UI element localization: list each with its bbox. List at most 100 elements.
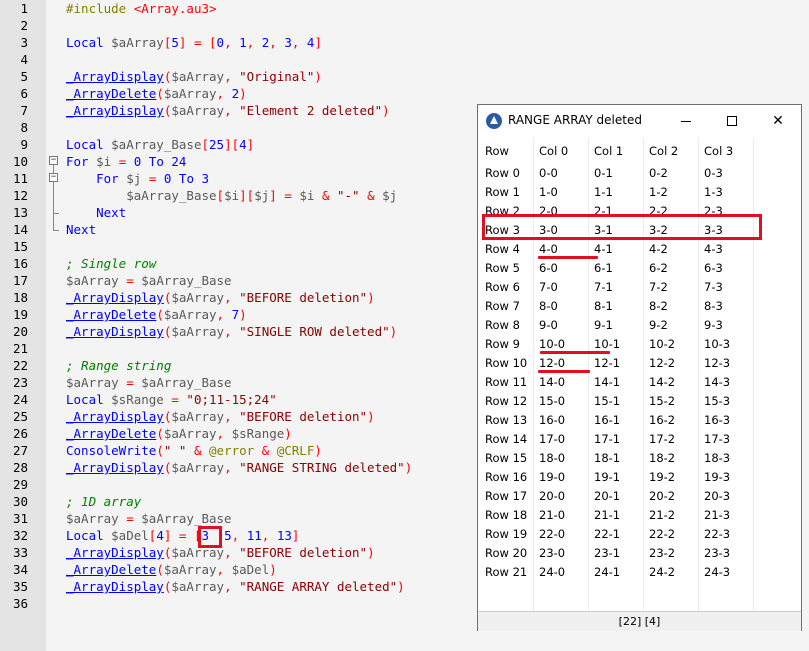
code-token: = (118, 375, 142, 390)
maximize-button[interactable] (709, 105, 755, 137)
code-token: $j (382, 188, 398, 203)
code-token: [ (201, 137, 209, 152)
code-line[interactable]: _ArrayDisplay($aArray, "Element 2 delete… (66, 102, 390, 119)
code-token: $aArray (163, 562, 217, 577)
column-header[interactable]: Col 2 (649, 142, 678, 161)
code-token: _ArrayDelete (66, 426, 157, 441)
code-line[interactable]: _ArrayDisplay($aArray, "RANGE ARRAY dele… (66, 578, 405, 595)
column-header[interactable]: Col 3 (704, 142, 733, 161)
code-token: _ArrayDelete (66, 562, 157, 577)
table-row[interactable]: Row 9 10-0 10-1 10-2 10-3 (479, 335, 800, 354)
code-token: <Array.au3> (133, 1, 217, 16)
table-cell: 0-2 (649, 166, 668, 180)
table-row[interactable]: Row 15 18-0 18-1 18-2 18-3 (479, 449, 800, 468)
table-cell: 23-0 (539, 546, 566, 560)
table-row[interactable]: Row 12 15-0 15-1 15-2 15-3 (479, 392, 800, 411)
code-line[interactable]: _ArrayDisplay($aArray, "Original") (66, 68, 322, 85)
code-token: ) (239, 86, 247, 101)
code-token: 25 (209, 137, 225, 152)
column-header[interactable]: Row (485, 142, 509, 161)
close-icon: ✕ (772, 113, 784, 129)
code-token: = (118, 273, 142, 288)
table-cell: 21-0 (539, 508, 566, 522)
table-row[interactable]: Row 4 4-0 4-1 4-2 4-3 (479, 240, 800, 259)
code-line[interactable]: _ArrayDelete($aArray, $aDel) (66, 561, 277, 578)
code-line[interactable]: $aArray = $aArray_Base (66, 272, 232, 289)
table-cell: 10-2 (649, 337, 676, 351)
code-line[interactable]: _ArrayDelete($aArray, $sRange) (66, 425, 292, 442)
code-line[interactable]: Local $sRange = "0;11-15;24" (66, 391, 277, 408)
table-row[interactable]: Row 18 21-0 21-1 21-2 21-3 (479, 506, 800, 525)
code-line[interactable]: Local $aArray_Base[25][4] (66, 136, 254, 153)
table-cell: Row 15 (485, 451, 528, 465)
table-row[interactable]: Row 17 20-0 20-1 20-2 20-3 (479, 487, 800, 506)
table-cell: Row 0 (485, 166, 520, 180)
table-row[interactable]: Row 1 1-0 1-1 1-2 1-3 (479, 183, 800, 202)
code-line[interactable]: _ArrayDisplay($aArray, "RANGE STRING del… (66, 459, 412, 476)
title-bar[interactable]: RANGE ARRAY deleted ✕ (478, 105, 801, 137)
line-number: 8 (20, 120, 28, 135)
fold-guide-end (53, 230, 59, 231)
code-line[interactable]: ; 1D array (66, 493, 141, 510)
table-cell: Row 9 (485, 337, 520, 351)
table-row[interactable]: Row 8 9-0 9-1 9-2 9-3 (479, 316, 800, 335)
code-token: 1 (239, 35, 247, 50)
table-row[interactable]: Row 21 24-0 24-1 24-2 24-3 (479, 563, 800, 582)
column-header[interactable]: Col 0 (539, 142, 568, 161)
table-cell: 19-3 (704, 470, 731, 484)
line-number-gutter: 1 2 3 4 5 6 7 8 9 10 11 12 13 14 15 16 17 18 19 20 21 22 23 24 2… (0, 0, 46, 651)
column-header[interactable]: Col 1 (594, 142, 623, 161)
table-cell: 8-3 (704, 299, 723, 313)
code-line[interactable]: _ArrayDisplay($aArray, "BEFORE deletion"… (66, 408, 375, 425)
code-token: , (291, 35, 307, 50)
fold-toggle-icon[interactable]: − (49, 156, 58, 165)
table-cell: 6-2 (649, 261, 668, 275)
table-cell: 15-0 (539, 394, 566, 408)
annotation-box-aDel (198, 526, 222, 548)
code-line[interactable]: ; Range string (66, 357, 171, 374)
table-row[interactable]: Row 20 23-0 23-1 23-2 23-3 (479, 544, 800, 563)
table-row[interactable]: Row 11 14-0 14-1 14-2 14-3 (479, 373, 800, 392)
array-display-window[interactable]: RANGE ARRAY deleted ✕ Row Col 0 Col 1 Col 2… (477, 104, 802, 631)
code-line[interactable]: ; Single row (66, 255, 156, 272)
code-token: , (224, 69, 240, 84)
code-token: _ArrayDisplay (66, 324, 164, 339)
table-cell: 15-2 (649, 394, 676, 408)
table-row[interactable]: Row 14 17-0 17-1 17-2 17-3 (479, 430, 800, 449)
close-button[interactable]: ✕ (755, 105, 801, 137)
code-line[interactable]: _ArrayDelete($aArray, 7) (66, 306, 247, 323)
line-number: 23 (12, 375, 28, 390)
code-line[interactable]: ConsoleWrite(" " & @error & @CRLF) (66, 442, 322, 459)
column-header-row: Row Col 0 Col 1 Col 2 Col 3 (479, 142, 800, 161)
table-row[interactable]: Row 10 12-0 12-1 12-2 12-3 (479, 354, 800, 373)
code-line[interactable]: _ArrayDisplay($aArray, "BEFORE deletion"… (66, 289, 375, 306)
table-row[interactable]: Row 19 22-0 22-1 22-2 22-3 (479, 525, 800, 544)
code-line[interactable]: $aArray = $aArray_Base (66, 510, 232, 527)
code-line[interactable]: Next (66, 221, 96, 238)
table-row[interactable]: Row 5 6-0 6-1 6-2 6-3 (479, 259, 800, 278)
fold-toggle-icon[interactable]: − (49, 173, 58, 182)
table-row[interactable]: Row 13 16-0 16-1 16-2 16-3 (479, 411, 800, 430)
code-line[interactable]: For $j = 0 To 3 (66, 170, 209, 187)
code-line[interactable]: Local $aArray[5] = [0, 1, 2, 3, 4] (66, 34, 322, 51)
code-line[interactable]: _ArrayDelete($aArray, 2) (66, 85, 247, 102)
code-token: , (216, 86, 232, 101)
code-line[interactable]: $aArray_Base[$i][$j] = $i & "-" & $j (66, 187, 397, 204)
code-token: $aArray (171, 579, 225, 594)
code-token: , (231, 528, 247, 543)
table-row[interactable]: Row 16 19-0 19-1 19-2 19-3 (479, 468, 800, 487)
code-line[interactable]: For $i = 0 To 24 (66, 153, 186, 170)
table-cell: 1-3 (704, 185, 723, 199)
code-line[interactable]: Local $aDel[4] = [3 5, 11, 13] (66, 527, 299, 544)
code-line[interactable]: Next (66, 204, 126, 221)
code-line[interactable]: $aArray = $aArray_Base (66, 374, 232, 391)
code-line[interactable]: _ArrayDisplay($aArray, "SINGLE ROW delet… (66, 323, 397, 340)
table-row[interactable]: Row 0 0-0 0-1 0-2 0-3 (479, 164, 800, 183)
table-row[interactable]: Row 7 8-0 8-1 8-2 8-3 (479, 297, 800, 316)
code-line[interactable]: #include <Array.au3> (66, 0, 217, 17)
code-token: ] (314, 35, 322, 50)
table-cell: 19-0 (539, 470, 566, 484)
minimize-button[interactable] (663, 105, 709, 137)
table-row[interactable]: Row 6 7-0 7-1 7-2 7-3 (479, 278, 800, 297)
array-listview[interactable]: Row Col 0 Col 1 Col 2 Col 3 Row 0 0-0 0-1 0-2 0-3… (479, 138, 800, 611)
